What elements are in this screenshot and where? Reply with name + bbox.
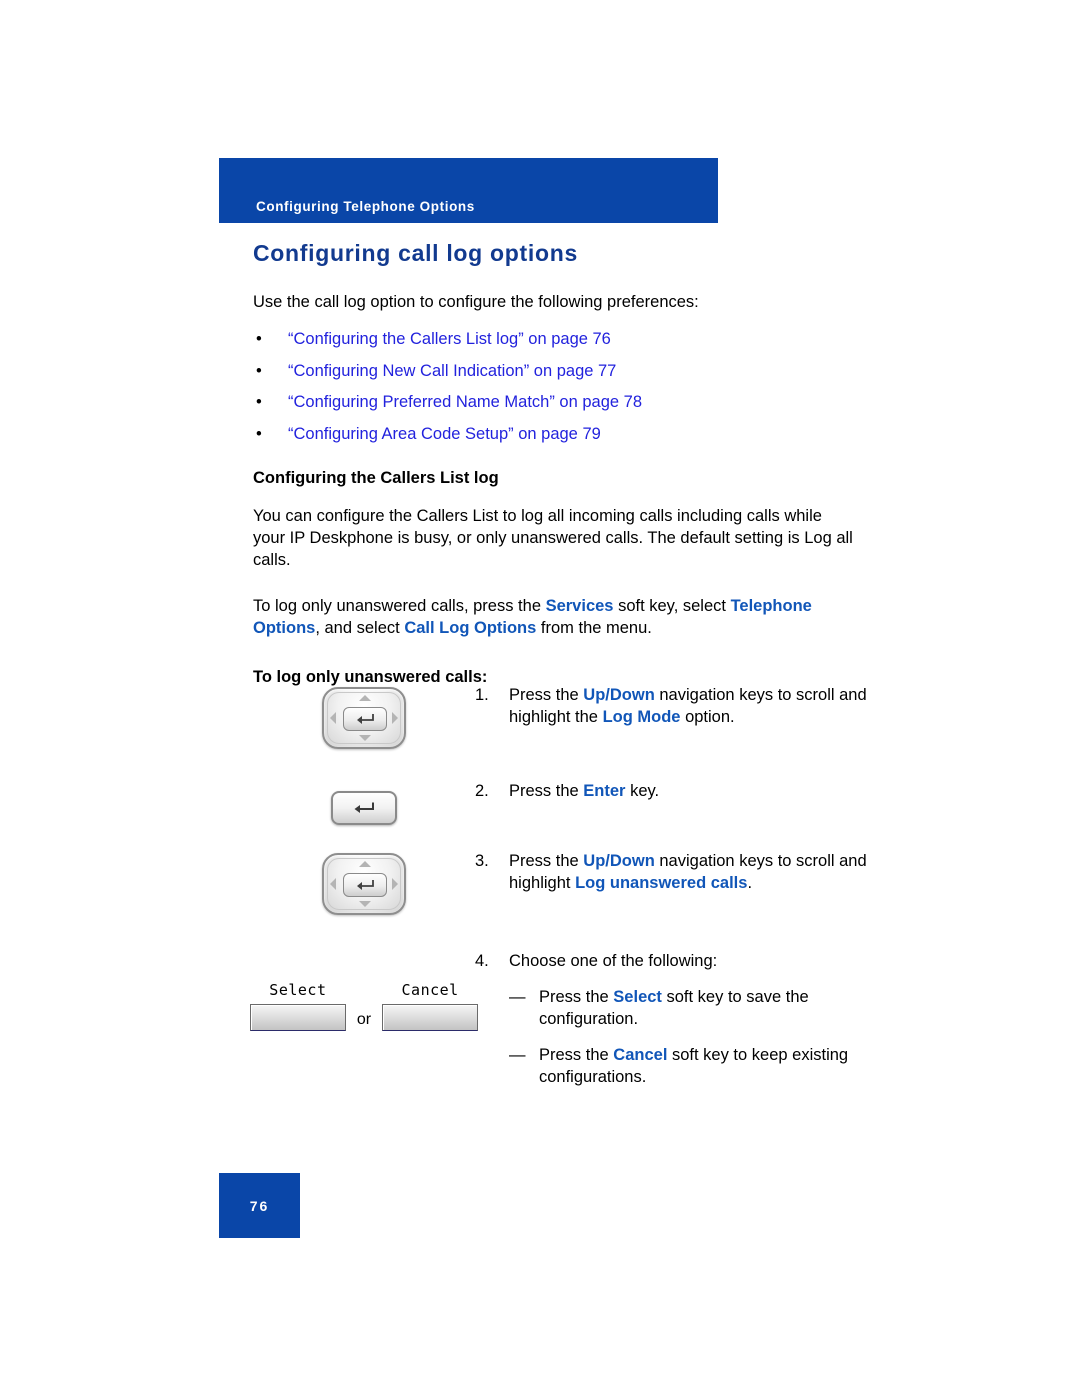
- instruction-text-4: from the menu.: [536, 618, 652, 637]
- keyword-cancel: Cancel: [613, 1045, 668, 1064]
- step-4-artwork: Select or Cancel: [249, 951, 479, 1031]
- running-header-title: Configuring Telephone Options: [256, 199, 475, 214]
- cancel-soft-key-label: Cancel: [401, 981, 459, 999]
- xref-link[interactable]: “Configuring New Call Indication” on pag…: [288, 362, 616, 380]
- page-title: Configuring call log options: [253, 240, 578, 266]
- step-2-text: Press the Enter key.: [509, 781, 659, 803]
- substep-cancel-text-1: Press the: [539, 1045, 614, 1064]
- procedure-heading: To log only unanswered calls:: [253, 667, 488, 686]
- arrow-left-icon: [330, 878, 336, 890]
- section-heading: Configuring the Callers List log: [253, 469, 499, 488]
- instruction-paragraph: To log only unanswered calls, press the …: [253, 596, 853, 640]
- step-2-text-2: key.: [625, 782, 660, 800]
- substep-select-text-1: Press the: [539, 987, 614, 1006]
- bullet-icon: •: [256, 330, 262, 349]
- xref-link[interactable]: “Configuring Preferred Name Match” on pa…: [288, 393, 642, 411]
- step-3-text: Press the Up/Down navigation keys to scr…: [509, 851, 869, 895]
- navigation-key-icon: [322, 687, 406, 749]
- em-dash-icon: —: [509, 1045, 526, 1064]
- arrow-up-icon: [359, 861, 371, 867]
- arrow-up-icon: [359, 695, 371, 701]
- step-3-text-3: .: [747, 873, 753, 892]
- step-1-text-1: Press the: [509, 686, 584, 704]
- list-item[interactable]: • “Configuring Preferred Name Match” on …: [253, 392, 853, 413]
- bullet-icon: •: [256, 424, 262, 443]
- step-3-artwork: [253, 851, 475, 915]
- arrow-left-icon: [330, 712, 336, 724]
- substep-select: — Press the Select soft key to save the …: [509, 987, 869, 1031]
- cancel-soft-key-button[interactable]: [382, 1004, 479, 1031]
- arrow-down-icon: [359, 735, 371, 741]
- keyword-log-unanswered-calls: Log unanswered calls: [575, 873, 748, 892]
- substep-cancel-text: Press the Cancel soft key to keep existi…: [539, 1045, 869, 1089]
- list-item[interactable]: • “Configuring the Callers List log” on …: [253, 329, 853, 350]
- keyword-up-down: Up/Down: [583, 686, 655, 704]
- select-soft-key-label: Select: [269, 981, 327, 999]
- step-2: 2. Press the Enter key.: [253, 781, 873, 851]
- enter-key-icon: [343, 707, 387, 731]
- bullet-icon: •: [256, 393, 262, 412]
- arrow-right-icon: [392, 712, 398, 724]
- keyword-up-down: Up/Down: [583, 852, 655, 870]
- section-paragraph: You can configure the Callers List to lo…: [253, 507, 853, 569]
- enter-key-icon: [331, 791, 397, 825]
- step-2-text-1: Press the: [509, 782, 584, 800]
- instruction-text-1: To log only unanswered calls, press the: [253, 596, 546, 615]
- instruction-text-2: soft key, select: [613, 596, 731, 615]
- step-3-number: 3.: [475, 852, 489, 870]
- step-4-number: 4.: [475, 952, 489, 970]
- arrow-right-icon: [392, 878, 398, 890]
- step-2-number: 2.: [475, 782, 489, 800]
- document-content: Configuring call log options Use the cal…: [253, 240, 853, 687]
- step-1-text-3: option.: [680, 707, 735, 726]
- running-header-bar: Configuring Telephone Options: [219, 158, 718, 223]
- step-1-artwork: [253, 685, 475, 749]
- select-soft-key[interactable]: Select: [249, 981, 346, 1031]
- page-number: 76: [219, 1173, 300, 1238]
- intro-paragraph: Use the call log option to configure the…: [253, 292, 699, 311]
- step-4-text: Choose one of the following:: [509, 952, 718, 970]
- step-1-text: Press the Up/Down navigation keys to scr…: [509, 685, 869, 729]
- list-item[interactable]: • “Configuring New Call Indication” on p…: [253, 361, 853, 382]
- select-soft-key-button[interactable]: [249, 1004, 346, 1031]
- step-4: Select or Cancel 4. Choose one of the fo…: [249, 951, 873, 1089]
- cancel-soft-key[interactable]: Cancel: [382, 981, 479, 1031]
- keyword-services: Services: [545, 596, 614, 615]
- soft-key-or-label: or: [356, 1011, 372, 1028]
- xref-link[interactable]: “Configuring the Callers List log” on pa…: [288, 330, 611, 348]
- bullet-icon: •: [256, 361, 262, 380]
- keyword-select: Select: [613, 987, 662, 1006]
- substep-select-text: Press the Select soft key to save the co…: [539, 987, 869, 1031]
- step-3-text-1: Press the: [509, 852, 584, 870]
- step-2-artwork: [253, 781, 475, 825]
- enter-key-icon: [343, 873, 387, 897]
- step-1: 1. Press the Up/Down navigation keys to …: [253, 685, 873, 781]
- xref-link[interactable]: “Configuring Area Code Setup” on page 79: [288, 425, 601, 443]
- keyword-call-log-options: Call Log Options: [404, 618, 537, 637]
- step-1-number: 1.: [475, 686, 489, 704]
- step-3: 3. Press the Up/Down navigation keys to …: [253, 851, 873, 951]
- cross-reference-list: • “Configuring the Callers List log” on …: [253, 329, 853, 445]
- em-dash-icon: —: [509, 987, 526, 1006]
- keyword-enter: Enter: [583, 782, 626, 800]
- procedure-steps: 1. Press the Up/Down navigation keys to …: [249, 685, 873, 1089]
- navigation-key-icon: [322, 853, 406, 915]
- instruction-text-3: , and select: [315, 618, 405, 637]
- keyword-log-mode: Log Mode: [602, 707, 681, 726]
- arrow-down-icon: [359, 901, 371, 907]
- substep-cancel: — Press the Cancel soft key to keep exis…: [509, 1045, 869, 1089]
- soft-keys-artwork: Select or Cancel: [249, 981, 479, 1031]
- list-item[interactable]: • “Configuring Area Code Setup” on page …: [253, 424, 853, 445]
